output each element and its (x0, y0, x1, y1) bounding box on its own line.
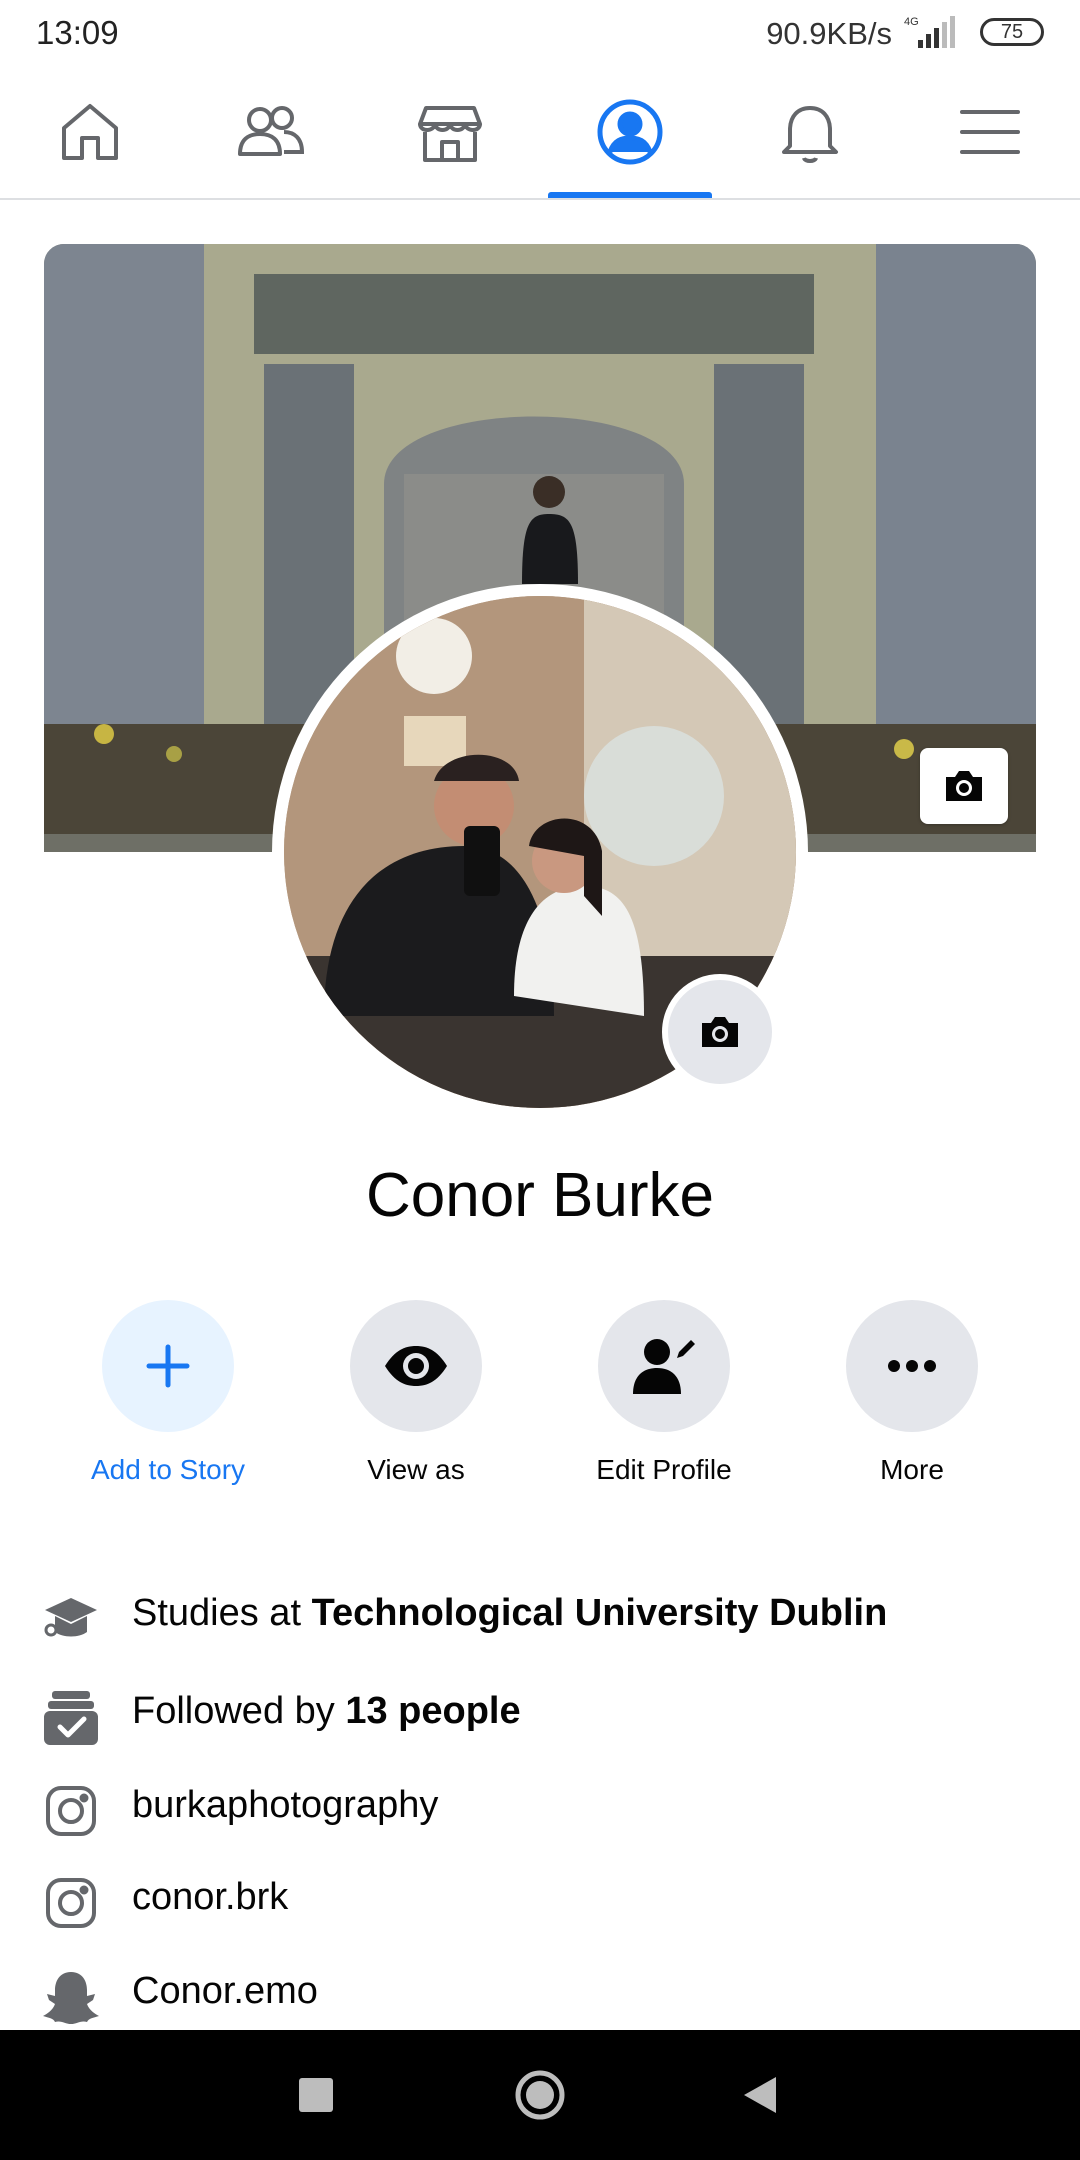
detail-education: Studies at Technological University Dubl… (0, 1576, 1080, 1656)
instagram-icon (46, 1878, 96, 1928)
camera-icon (946, 771, 982, 801)
status-bar: 13:09 90.9KB/s 4G 75 (0, 0, 1080, 66)
view-as-button[interactable]: View as (316, 1300, 516, 1500)
friends-icon (238, 106, 305, 156)
followers-count[interactable]: 13 people (345, 1690, 520, 1732)
edit-profile-label: Edit Profile (596, 1454, 732, 1485)
followers-icon (44, 1691, 98, 1745)
tab-home[interactable] (0, 66, 180, 198)
bell-icon (782, 106, 838, 163)
network-speed: 90.9KB/s (766, 16, 892, 51)
active-tab-indicator (548, 192, 712, 198)
marketplace-icon (418, 106, 482, 162)
more-button[interactable]: More (812, 1300, 1012, 1500)
profile-name: Conor Burke (365, 1161, 715, 1230)
edit-profile-button[interactable]: Edit Profile (564, 1300, 764, 1500)
more-dots-icon (888, 1360, 936, 1372)
camera-icon (702, 1017, 738, 1047)
svg-text:4G: 4G (904, 16, 919, 28)
system-nav-bar (0, 2030, 1080, 2160)
profile-icon (597, 99, 663, 165)
recents-button[interactable] (276, 2060, 356, 2130)
profile-actions: Add to Story View as Edit Profile More (0, 1300, 1080, 1500)
home-icon (62, 104, 118, 160)
edit-cover-photo-button[interactable] (920, 748, 1008, 824)
tab-profile[interactable] (540, 66, 720, 198)
instagram-icon (46, 1786, 96, 1836)
detail-followers: Followed by 13 people (0, 1674, 1080, 1754)
snapchat-icon (43, 1972, 99, 2024)
more-label: More (880, 1454, 944, 1485)
tab-notifications[interactable] (720, 66, 900, 198)
edit-profile-icon (633, 1339, 695, 1394)
detail-instagram-2[interactable]: conor.brk (0, 1860, 1080, 1940)
add-to-story-label: Add to Story (90, 1454, 246, 1485)
detail-snapchat[interactable]: Conor.emo (0, 1954, 1080, 2034)
tab-menu[interactable] (900, 66, 1080, 198)
studies-prefix: Studies at (132, 1592, 312, 1634)
view-as-label: View as (367, 1454, 465, 1485)
tab-marketplace[interactable] (360, 66, 540, 198)
square-icon (299, 2078, 333, 2112)
top-nav (0, 66, 1080, 200)
tab-friends[interactable] (180, 66, 360, 198)
instagram-handle-1: burkaphotography (132, 1784, 439, 1826)
eye-icon (385, 1346, 447, 1386)
status-time: 13:09 (36, 14, 119, 51)
instagram-handle-2: conor.brk (132, 1876, 289, 1918)
battery-indicator: 75 (980, 18, 1044, 46)
home-button[interactable] (500, 2060, 580, 2130)
followed-prefix: Followed by (132, 1690, 346, 1732)
graduation-cap-icon (44, 1598, 97, 1637)
snapchat-handle: Conor.emo (132, 1970, 318, 2012)
signal-icon: 4G (904, 16, 955, 48)
school-name[interactable]: Technological University Dublin (312, 1592, 888, 1634)
menu-icon (960, 110, 1020, 154)
add-to-story-button[interactable]: Add to Story (68, 1300, 268, 1500)
detail-instagram-1[interactable]: burkaphotography (0, 1768, 1080, 1848)
circle-icon (515, 2070, 565, 2120)
back-triangle-icon (744, 2077, 776, 2113)
plus-icon (146, 1344, 190, 1388)
edit-profile-picture-button[interactable] (662, 974, 778, 1090)
back-button[interactable] (720, 2060, 800, 2130)
